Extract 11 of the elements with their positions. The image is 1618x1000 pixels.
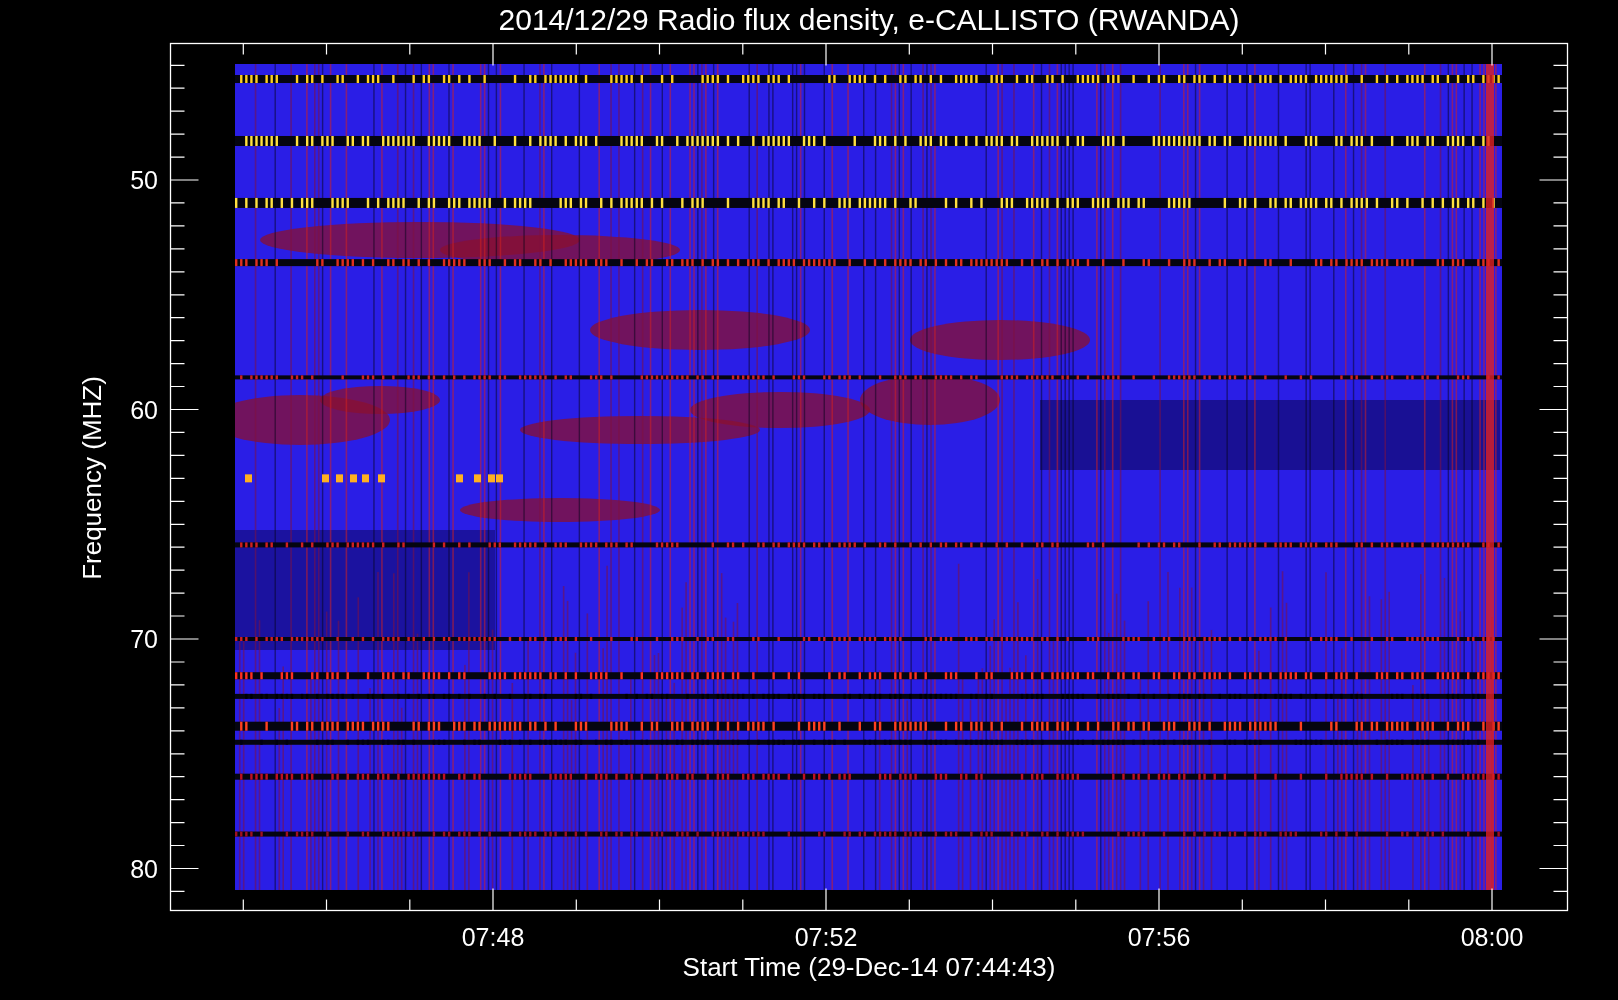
y-tick-label: 60 (130, 395, 158, 424)
y-tick-label: 80 (130, 854, 158, 883)
x-tick-label: 07:52 (794, 923, 858, 951)
chart-title: 2014/12/29 Radio flux density, e-CALLISTO (RWANDA) (498, 3, 1240, 36)
y-tick-label: 70 (130, 625, 158, 653)
x-axis-title: Start Time (29-Dec-14 07:44:43) (682, 952, 1056, 982)
y-tick-label: 50 (130, 166, 158, 194)
x-tick-label: 08:00 (1460, 923, 1524, 951)
x-tick-label: 07:48 (461, 923, 525, 951)
x-tick-label: 07:56 (1127, 923, 1191, 951)
y-axis-title: Frequency (MHZ) (77, 376, 107, 580)
